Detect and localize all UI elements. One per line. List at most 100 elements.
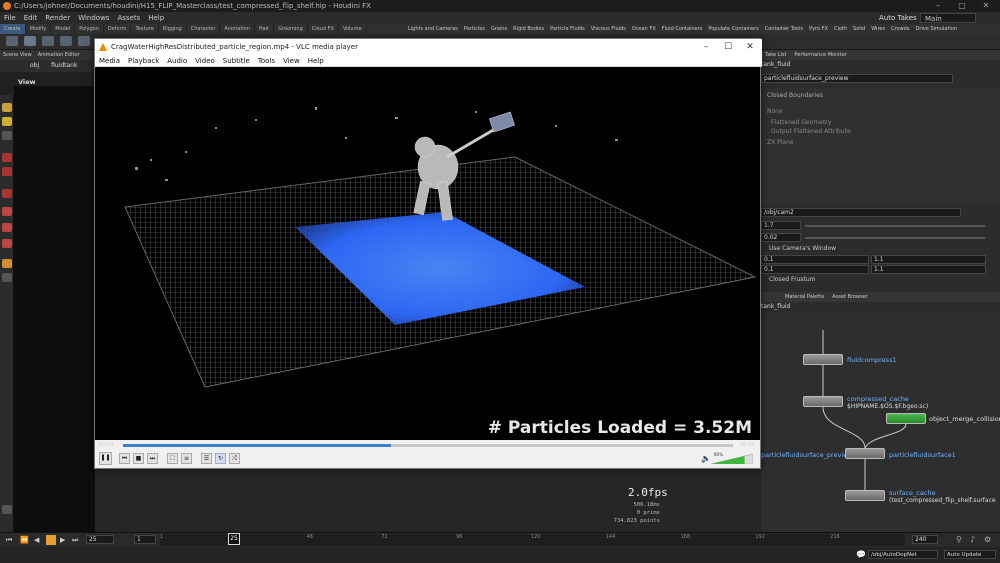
frame-current-field[interactable]: 25	[86, 535, 114, 544]
boundary-none-select[interactable]: None	[767, 108, 783, 115]
desktop-select[interactable]: Main	[920, 13, 976, 23]
vlc-stop-icon[interactable]: ■	[133, 453, 144, 464]
output-flattened-toggle[interactable]: Output Flattened Attribute	[771, 128, 851, 135]
close-icon[interactable]: ✕	[974, 0, 998, 12]
shelf-tab-wires[interactable]: Wires	[868, 26, 888, 32]
shelf-tab-viscous[interactable]: Viscous Fluids	[588, 26, 629, 32]
brush-tool-icon[interactable]	[2, 223, 12, 232]
jump-end-icon[interactable]: ⏭	[72, 536, 78, 545]
settings-icon[interactable]: ⚙	[984, 535, 991, 544]
step-back-icon[interactable]: ⏪	[20, 536, 29, 544]
shelf-tab-texture[interactable]: Texture	[131, 24, 159, 34]
vlc-menu-help[interactable]: Help	[304, 55, 328, 67]
vlc-shuffle-icon[interactable]: ⤮	[229, 453, 240, 464]
torus-tool-icon[interactable]	[60, 36, 72, 46]
vlc-playlist-icon[interactable]: ☰	[201, 453, 212, 464]
closed-frustum-toggle[interactable]: Closed Frustum	[769, 276, 815, 283]
vlc-menu-tools[interactable]: Tools	[254, 55, 279, 67]
camera-path-field[interactable]: /obj/cam2	[761, 208, 961, 217]
shelf-tab-container-tools[interactable]: Container Tools	[762, 26, 806, 32]
vlc-speaker-icon[interactable]: 🔈	[701, 454, 711, 463]
vlc-minimize-icon[interactable]: –	[695, 39, 717, 55]
param-field-a[interactable]: 1.7	[761, 221, 801, 230]
grid-tool-icon[interactable]	[78, 36, 90, 46]
shelf-tab-particle-fluids[interactable]: Particle Fluids	[547, 26, 588, 32]
tab-performance-monitor[interactable]: Performance Monitor	[790, 52, 850, 58]
pose-tool-icon[interactable]	[2, 167, 12, 176]
shelf-tab-hair[interactable]: Hair	[255, 24, 275, 34]
camera-tool-icon[interactable]	[2, 505, 12, 514]
shelf-tab-character[interactable]: Character	[187, 24, 221, 34]
tab-scene-view[interactable]: Scene View	[0, 52, 35, 58]
timeline-ruler[interactable]: 1 48 72 96 120 144 168 192 216 25	[160, 533, 905, 546]
menu-help[interactable]: Help	[144, 12, 168, 24]
menu-windows[interactable]: Windows	[74, 12, 113, 24]
shelf-tab-pyro[interactable]: Pyro FX	[806, 26, 831, 32]
paint-tool-icon[interactable]	[2, 239, 12, 248]
shelf-tab-rigging[interactable]: Rigging	[159, 24, 187, 34]
shelf-tab-grains[interactable]: Grains	[488, 26, 510, 32]
slider-a[interactable]	[805, 225, 985, 227]
vlc-maximize-icon[interactable]: ☐	[717, 39, 739, 55]
window-y-min[interactable]: 0.1	[761, 265, 869, 274]
shelf-tab-create[interactable]: Create	[0, 24, 26, 34]
path-fluidtank[interactable]: fluidtank	[41, 62, 77, 69]
play-reverse-icon[interactable]: ◀	[34, 536, 39, 544]
param-node-name[interactable]: particlefluidsurface_preview	[761, 74, 953, 83]
menu-render[interactable]: Render	[41, 12, 74, 24]
shelf-tab-animation[interactable]: Animation	[220, 24, 255, 34]
window-x-max[interactable]: 1.1	[871, 255, 986, 264]
auto-takes-toggle[interactable]: Auto Takes	[875, 12, 921, 24]
status-path-field[interactable]: /obj/AutoDopNet	[868, 550, 938, 559]
vlc-menu-view[interactable]: View	[279, 55, 304, 67]
shelf-tab-cloud-fx[interactable]: Cloud FX	[308, 24, 339, 34]
key-icon[interactable]: ⚲	[956, 535, 962, 544]
vlc-close-icon[interactable]: ✕	[739, 39, 761, 55]
path-obj[interactable]: obj	[0, 62, 39, 69]
shelf-tab-deform[interactable]: Deform	[104, 24, 132, 34]
window-y-max[interactable]: 1.1	[871, 265, 986, 274]
vlc-menu-audio[interactable]: Audio	[163, 55, 191, 67]
tab-material-palette[interactable]: Material Palette	[781, 294, 828, 300]
minimize-icon[interactable]: –	[926, 0, 950, 12]
vlc-prev-icon[interactable]: ⏮	[119, 453, 130, 464]
frame-end-field[interactable]: 240	[912, 535, 938, 544]
tube-tool-icon[interactable]	[42, 36, 54, 46]
param-path[interactable]: tank_fluid	[761, 61, 790, 68]
flattened-geometry-toggle[interactable]: Flattened Geometry	[771, 119, 831, 126]
tab-take-list[interactable]: Take List	[761, 52, 790, 58]
shelf-tab-particles[interactable]: Particles	[461, 26, 488, 32]
auto-update-select[interactable]: Auto Update	[944, 550, 996, 559]
chat-icon[interactable]: 💬	[856, 550, 866, 559]
select-tool-icon[interactable]	[2, 103, 12, 112]
view-tool-icon[interactable]	[2, 259, 12, 268]
render-tool-icon[interactable]	[2, 273, 12, 282]
vlc-seek-bar[interactable]	[123, 444, 733, 447]
magnet-tool-icon[interactable]	[2, 207, 12, 216]
vlc-next-icon[interactable]: ⏭	[147, 453, 158, 464]
slider-b[interactable]	[805, 237, 985, 239]
snap-tool-icon[interactable]	[2, 189, 12, 198]
shelf-tab-ocean[interactable]: Ocean FX	[629, 26, 659, 32]
maximize-icon[interactable]: ▢	[950, 0, 974, 12]
box-tool-icon[interactable]	[6, 36, 18, 46]
vlc-menu-subtitle[interactable]: Subtitle	[219, 55, 254, 67]
window-x-min[interactable]: 0.1	[761, 255, 869, 264]
shelf-tab-rigid[interactable]: Rigid Bodies	[510, 26, 547, 32]
vlc-menu-video[interactable]: Video	[191, 55, 219, 67]
vlc-video-area[interactable]: # Particles Loaded = 3.52M	[95, 67, 760, 440]
vlc-loop-icon[interactable]: ↻	[215, 453, 226, 464]
sphere-tool-icon[interactable]	[24, 36, 36, 46]
audio-icon[interactable]: ♪	[970, 535, 975, 544]
shelf-tab-fluid-containers[interactable]: Fluid Containers	[659, 26, 706, 32]
rotate-tool-icon[interactable]	[2, 131, 12, 140]
closed-boundaries-header[interactable]: Closed Boundaries	[767, 92, 823, 99]
vlc-menu-media[interactable]: Media	[95, 55, 124, 67]
stop-icon[interactable]	[46, 535, 56, 545]
shelf-tab-crowds[interactable]: Crowds	[888, 26, 912, 32]
shelf-tab-drive[interactable]: Drive Simulation	[912, 26, 960, 32]
timeline-playhead[interactable]: 25	[228, 533, 240, 545]
shelf-tab-solid[interactable]: Solid	[850, 26, 868, 32]
zx-plane-select[interactable]: ZX Plane	[767, 139, 794, 146]
move-tool-icon[interactable]	[2, 117, 12, 126]
